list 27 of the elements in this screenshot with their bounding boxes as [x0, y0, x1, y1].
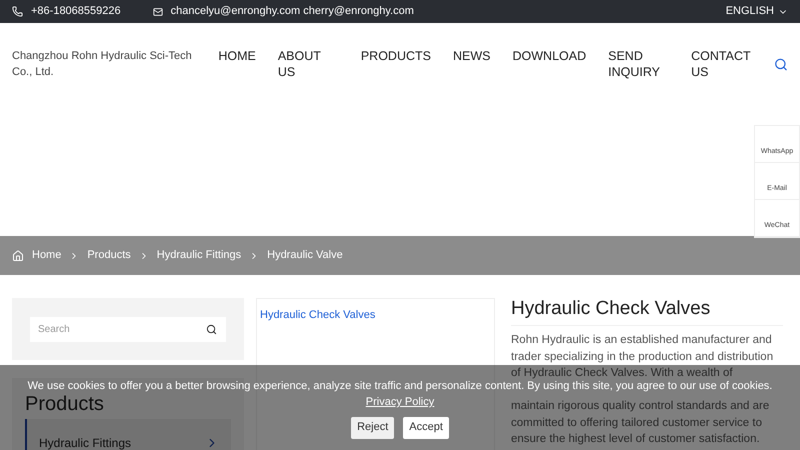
email-addresses: chancelyu@enronghy.com cherry@enronghy.com: [170, 4, 414, 20]
category-item[interactable]: Hydraulic Fittings: [25, 419, 231, 450]
cookie-message: We use cookies to offer you a better browsing experience, analyze site traffic and personalize content. By using this site, you agree to our use of cookies.: [28, 380, 772, 392]
cookie-button[interactable]: Reject: [351, 416, 394, 438]
phone-number: +86-18068559226: [31, 4, 121, 20]
search-icon: [206, 324, 216, 334]
privacy-policy-link[interactable]: Privacy Policy: [366, 394, 434, 410]
nav-link[interactable]: SEND INQUIRY: [608, 48, 664, 80]
search-field[interactable]: Search: [30, 316, 196, 342]
nav-link[interactable]: ABOUT US: [278, 48, 334, 80]
product-link[interactable]: Hydraulic Check Valves: [260, 309, 376, 321]
nav-link[interactable]: HOME: [218, 48, 256, 80]
product-title: Hydraulic Check Valves: [511, 298, 783, 326]
nav-link[interactable]: NEWS: [453, 48, 490, 80]
search-icon[interactable]: [774, 56, 788, 72]
search-button[interactable]: [196, 316, 226, 342]
company-name: Changzhou Rohn Hydraulic Sci-Tech Co., Ltd.: [12, 49, 193, 80]
cookie-button[interactable]: Accept: [403, 416, 449, 438]
product-description: maintain rigorous quality control standards and are committed to offering tailored customer service to ensure the highest level of customer satisfaction.: [511, 399, 770, 447]
product-description: Rohn Hydraulic is an established manufacturer and trader specializing in the production and distribution of Hydraulic Check Valves. With a wealth of: [511, 333, 774, 381]
nav-link[interactable]: DOWNLOAD: [512, 48, 586, 80]
phone-icon: [12, 6, 23, 17]
nav-link[interactable]: PRODUCTS: [360, 48, 431, 80]
home-icon: [12, 250, 24, 262]
products-heading: Products: [25, 393, 105, 415]
mail-icon: [152, 6, 163, 16]
language-selector[interactable]: ENGLISH: [726, 3, 788, 20]
